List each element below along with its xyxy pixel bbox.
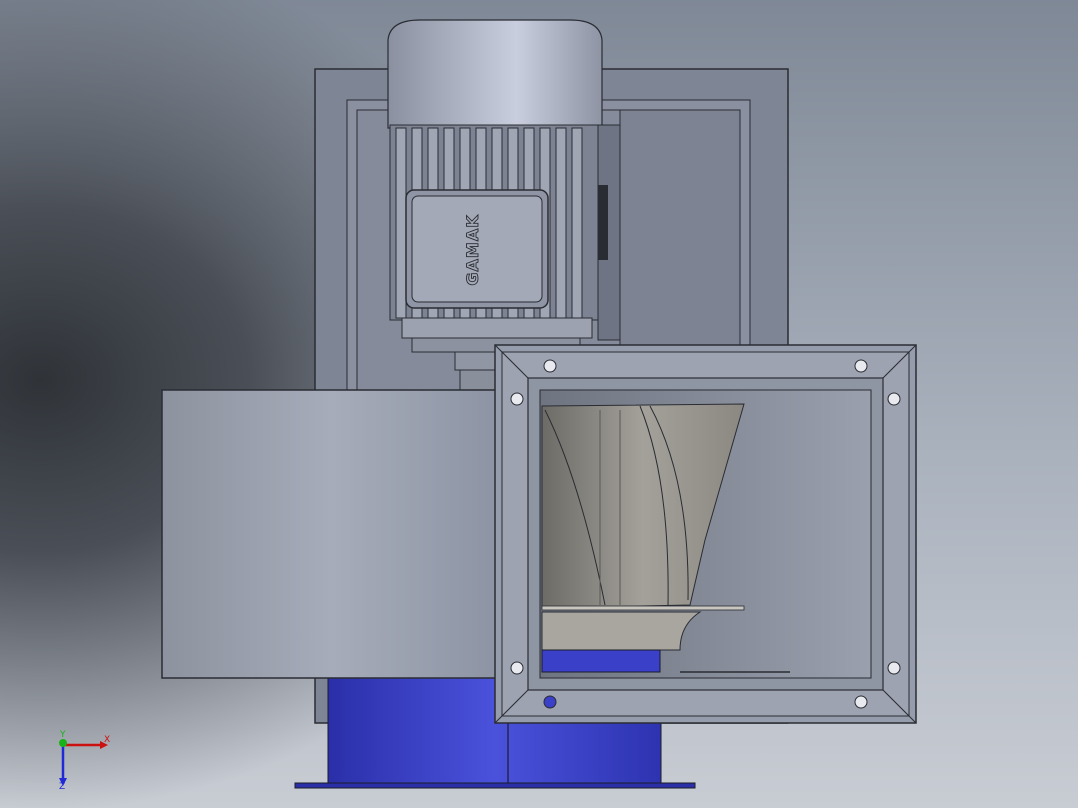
fan-casing — [161, 389, 503, 679]
terminal-box: GAMAK — [405, 189, 549, 309]
orientation-triad: X Y Z — [59, 730, 110, 792]
triad-z-label: Z — [59, 782, 65, 792]
triad-y-label: Y — [59, 730, 66, 740]
brand-logo-text: GAMAK — [463, 214, 482, 285]
3d-viewport[interactable]: GAMAK X Y Z — [0, 0, 1078, 808]
triad-x-label: X — [104, 735, 110, 745]
fan-model[interactable]: GAMAK X Y Z — [0, 0, 1078, 808]
